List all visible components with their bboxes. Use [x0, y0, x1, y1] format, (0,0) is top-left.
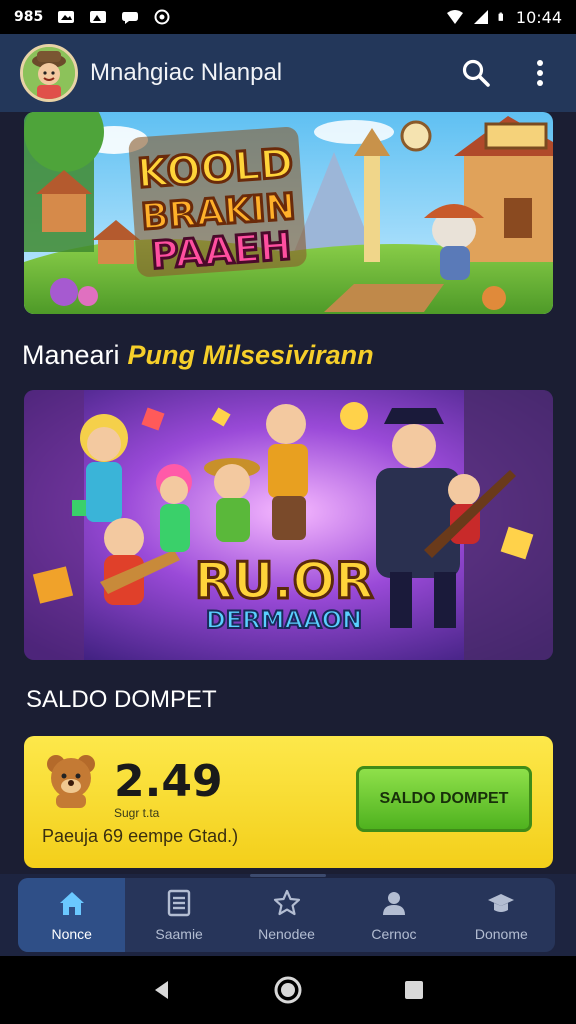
wallet-heading: SALDO DOMPET — [26, 686, 217, 713]
gallery-notification-icon — [58, 11, 75, 23]
characters-game-banner[interactable]: RU.OR DERMAAON — [24, 390, 553, 660]
nav-drag-handle — [250, 874, 326, 877]
section-heading-accent: Pung Milsesivirann — [127, 340, 374, 370]
graduation-cap-icon — [488, 894, 515, 912]
search-button[interactable] — [458, 55, 494, 91]
banner-artwork-village: KOOLD BRAKIN PAAEH — [24, 112, 553, 314]
recent-apps-icon[interactable] — [402, 978, 426, 1002]
list-icon — [167, 889, 191, 917]
home-circle-icon[interactable] — [273, 975, 303, 1005]
nav-item-home[interactable]: Nonce — [18, 878, 126, 952]
image-notification-icon — [90, 11, 107, 23]
more-vertical-icon — [537, 60, 543, 86]
status-bar: 985 10:44 — [0, 0, 576, 34]
sync-notification-icon — [154, 9, 170, 25]
featured-game-banner[interactable]: KOOLD BRAKIN PAAEH — [24, 112, 553, 314]
section-heading: Maneari Pung Milsesivirann — [22, 340, 374, 371]
app-bar: Mnahgiac Nlanpal — [0, 34, 576, 112]
search-icon — [462, 59, 490, 87]
wallet-balance-caption: Sugr t.ta — [114, 806, 160, 820]
section-heading-plain: Maneari — [22, 340, 120, 370]
avatar-character-icon — [23, 47, 75, 99]
status-time: 10:44 — [515, 7, 562, 27]
system-navigation-bar — [0, 956, 576, 1024]
nav-item-learn[interactable]: Donome — [448, 878, 555, 952]
star-icon — [273, 889, 300, 916]
nav-item-list[interactable]: Saamie — [125, 878, 232, 952]
back-icon[interactable] — [150, 978, 174, 1002]
nav-label-profile: Cernoc — [371, 926, 417, 942]
battery-icon — [498, 12, 503, 21]
wallet-button[interactable]: SALDO DOMPET — [356, 766, 532, 832]
wifi-icon — [446, 10, 463, 24]
more-menu-button[interactable] — [522, 55, 558, 91]
chat-notification-icon — [122, 12, 139, 24]
app-screen: 985 10:44 Mnahgiac Nlanpal KOOLD BRAKIN … — [0, 0, 576, 1024]
wallet-card: 2.49 Sugr t.ta Paeuja 69 eempe Gtad.) SA… — [24, 736, 553, 868]
nav-item-profile[interactable]: Cernoc — [340, 878, 447, 952]
bear-mascot-icon — [47, 755, 95, 808]
home-icon — [59, 892, 84, 915]
banner2-title-line2: DERMAAON — [206, 606, 362, 634]
avatar[interactable] — [20, 44, 78, 102]
wallet-balance: 2.49 — [114, 756, 223, 807]
status-time-left: 985 — [14, 9, 44, 25]
nav-label-learn: Donome — [474, 926, 528, 942]
banner2-title-line1: RU.OR — [194, 552, 373, 610]
nav-item-favorites[interactable]: Nenodee — [233, 878, 340, 952]
bottom-navigation: Nonce Saamie Nenodee Cernoc Donome — [0, 874, 576, 956]
banner-artwork-characters: RU.OR DERMAAON — [24, 390, 553, 660]
app-title: Mnahgiac Nlanpal — [90, 59, 283, 86]
wallet-description: Paeuja 69 eempe Gtad.) — [42, 826, 239, 846]
signal-icon — [473, 10, 488, 24]
nav-label-list: Saamie — [155, 926, 203, 942]
person-icon — [382, 892, 405, 915]
nav-label-favorites: Nenodee — [258, 926, 315, 942]
nav-label-home: Nonce — [51, 926, 92, 942]
